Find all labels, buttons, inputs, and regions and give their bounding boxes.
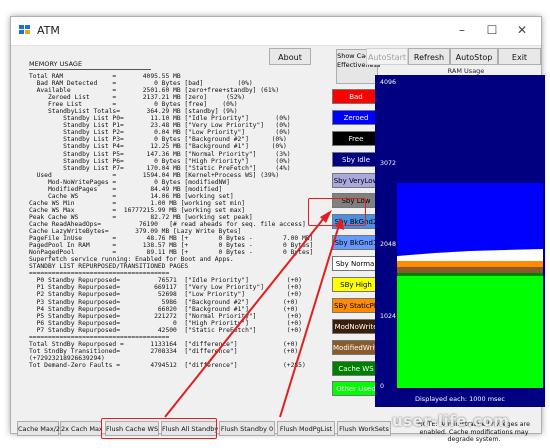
memory-line: Standby List P1= 23.48 MB ["Very Low Pri… [29, 122, 291, 130]
other-used-area [397, 276, 543, 388]
y-label-4096: 4096 [380, 79, 397, 86]
title-bar: ATM – ☐ ✕ [11, 17, 541, 46]
atm-window: ATM – ☐ ✕ About Show Cache Effectiveness… [10, 16, 545, 443]
memory-line: PagedPool In RAM = 138.57 MB [+ 0 Bytes … [29, 242, 314, 250]
memory-line: PageFile InUse = 48.76 MB [+ 0 Bytes - 7… [29, 235, 314, 243]
legend-cache-ws[interactable]: Cache WS [332, 360, 380, 376]
memory-line: Standby List P0= 11.10 MB ["Idle Priorit… [29, 115, 291, 123]
window-title: ATM [37, 24, 60, 37]
memory-line: P6 Standby Repurposed= 0 ["High Priority… [29, 319, 302, 327]
memory-line: P7 Standby Repurposed= 42500 ["Static Pr… [29, 326, 302, 334]
graph-footer: Displayed each: 1000 msec [415, 395, 505, 403]
sby-idle-area [397, 83, 543, 183]
exit-button[interactable]: Exit [498, 48, 541, 65]
y-label-3072: 3072 [380, 160, 397, 167]
memory-line: Cache WS Min = 1.00 MB [working set min] [29, 199, 246, 207]
ram-usage-graph: 4096 3072 2048 1024 0 Displayed each: 10… [375, 75, 545, 407]
memory-usage-divider [29, 69, 151, 70]
double-cache-max-button[interactable]: 2x Cach Max [60, 421, 103, 436]
legend-sby-idle[interactable]: Sby Idle [332, 151, 380, 167]
legend-other-used[interactable]: Other Used [332, 381, 380, 397]
legend-bad[interactable]: Bad [332, 89, 380, 104]
memory-line: (+72923218926639294) [29, 354, 105, 362]
memory-line: Total RAM = 4095.55 MB [29, 73, 181, 80]
memory-readout: Total RAM = 4095.55 MB Bad RAM Detected … [29, 73, 329, 419]
cache-ws-area [397, 273, 543, 276]
memory-line: P2 Standby Repurposed= 52698 ["Low Prior… [29, 291, 302, 299]
memory-line: Peak Cache WS = 82.72 MB [working set pe… [29, 213, 253, 221]
cache-max-half-button[interactable]: Cache Max/2 [17, 421, 60, 436]
zeroed-area [397, 183, 543, 255]
ram-usage-chart [397, 83, 543, 407]
memory-line: ModifiedPages = 84.49 MB [modified] [29, 185, 223, 193]
memory-line: Cache WS Max = 16777215.99 MB [working s… [29, 206, 246, 214]
legend-sby-normal[interactable]: Sby Normal [332, 256, 380, 272]
memory-line: Standby List P2= 0.04 MB ["Low Priority"… [29, 129, 291, 137]
memory-line: Mod-NoWritePages = 0 Bytes [modifiedNW] [29, 178, 230, 186]
memory-line: Standby List P4= 12.25 MB ["Background #… [29, 143, 287, 151]
flush-standby-0-button[interactable]: Flush Standby 0 [219, 421, 275, 436]
memory-line: Used = 1594.04 MB [Kernel+Process WS] (3… [29, 171, 280, 179]
watermark: user-life.com [392, 412, 510, 430]
memory-line: Zeroed List = 2137.21 MB [zero] (52%) [29, 94, 246, 102]
memory-line: Cache ReadAheadOps= 76190 [# read aheads… [29, 220, 306, 228]
memory-line: P4 Standby Repurposed= 66020 ["Backgroun… [29, 305, 299, 313]
memory-line: Bad RAM Detected = 0 Bytes [bad] (0%) [29, 80, 253, 88]
modified-area [397, 267, 543, 273]
memory-line: Cache LazyWriteBytes= 379.09 MB [Lazy Wr… [29, 228, 242, 236]
memory-line: Superfetch service running: Enabled for … [29, 256, 234, 264]
memory-line: Tot Demand-Zero Faults = 4794512 ["diffe… [29, 361, 306, 369]
memory-line: Tot StndBy Transitioned= 2708334 ["diffe… [29, 347, 299, 355]
about-button[interactable]: About [269, 48, 311, 65]
memory-line: STANDBY LIST REPURPOSED/TRANSITIONED PAG… [29, 263, 189, 271]
legend-highlight [308, 198, 366, 226]
memory-line: ===================================== [29, 270, 170, 278]
memory-line: P0 Standby Repurposed= 76571 ["Idle Prio… [29, 277, 302, 285]
legend-modnowrite[interactable]: ModNoWrite [332, 318, 380, 334]
legend-modifiedwrite[interactable]: ModifiedWrite [332, 339, 380, 355]
minimize-button[interactable]: – [451, 21, 473, 39]
legend-zeroed[interactable]: Zeroed [332, 109, 380, 125]
flush-modpglist-button[interactable]: Flush ModPgList [277, 421, 335, 436]
memory-line: Free List = 0 Bytes [free] (0%) [29, 101, 238, 109]
legend-sby-staticpf[interactable]: SBy StaticPF [332, 297, 380, 313]
y-label-0: 0 [380, 383, 385, 390]
flush-worksets-button[interactable]: Flush WorkSets [337, 421, 391, 436]
memory-line: Standby List P7= 170.04 MB ["Static PreF… [29, 164, 291, 172]
memory-line: P1 Standby Repurposed= 669117 ["Very Low… [29, 284, 302, 292]
graph-header: RAM Usage [447, 67, 485, 75]
static-prefetch-area [397, 261, 543, 267]
legend-sby-verylow[interactable]: Sby VeryLow [332, 172, 380, 188]
memory-line: Total StndBy Repurposed = 1133164 ["diff… [29, 340, 299, 348]
memory-line: Cache WS = 14.06 MB [working set] [29, 192, 234, 200]
memory-line: Available = 2501.60 MB [zero+free+standb… [29, 87, 280, 95]
refresh-button[interactable]: Refresh [408, 48, 450, 65]
memory-usage-label: MEMORY USAGE [29, 60, 83, 68]
close-button[interactable]: ✕ [511, 21, 533, 39]
flush-buttons-highlight [101, 418, 217, 439]
legend-sby-bkgnd1[interactable]: Sby BkGnd1 [332, 235, 380, 251]
memory-line: P5 Standby Repurposed= 221272 ["Normal P… [29, 312, 302, 320]
app-icon [19, 25, 31, 35]
memory-line: Standby List P6= 0 Bytes ["High Priority… [29, 157, 291, 165]
maximize-button[interactable]: ☐ [481, 21, 503, 39]
memory-line: NonPagedPool = 89.11 MB [+ 0 Bytes - 0 B… [29, 249, 314, 257]
memory-line: Standby List P3= 0 Bytes ["Background #2… [29, 136, 287, 144]
memory-line: ===================================== [29, 333, 170, 341]
memory-line: Standby List P5= 147.36 MB ["Normal Prio… [29, 150, 291, 158]
autostop-button[interactable]: AutoStop [450, 48, 498, 65]
y-label-1024: 1024 [380, 313, 397, 320]
y-label-2048: 2048 [380, 241, 397, 248]
autostart-button[interactable]: AutoStart [366, 48, 408, 65]
memory-line: P3 Standby Repurposed= 5986 ["Background… [29, 298, 299, 306]
legend-sby-high[interactable]: SBy High [332, 277, 380, 293]
memory-line: StandbyList Totals= 364.29 MB [standby] … [29, 108, 238, 116]
legend-free[interactable]: Free [332, 130, 380, 146]
